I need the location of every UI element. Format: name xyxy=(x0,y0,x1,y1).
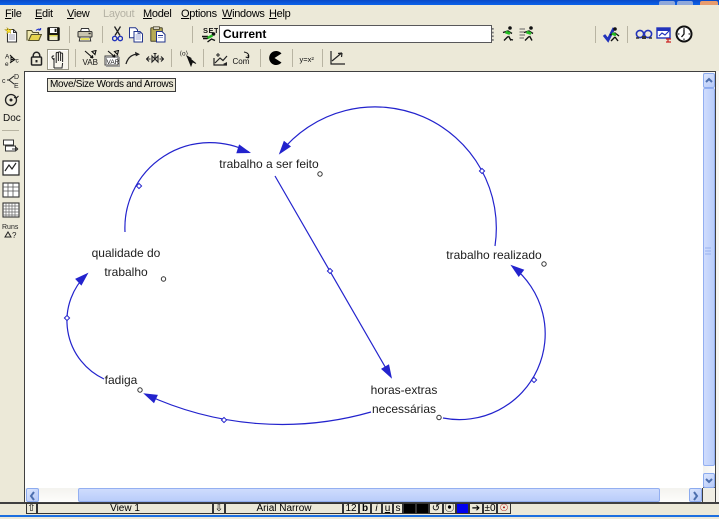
svg-text:VAB: VAB xyxy=(83,58,98,67)
svg-text:VAR: VAR xyxy=(107,59,120,66)
svg-text:D: D xyxy=(14,74,19,81)
svg-text:Com: Com xyxy=(233,57,250,66)
svg-text:?: ? xyxy=(12,231,17,240)
svg-text:y=x²: y=x² xyxy=(300,55,315,64)
svg-text:Runs: Runs xyxy=(2,224,19,231)
svg-text:E: E xyxy=(14,83,19,89)
svg-text:c: c xyxy=(2,78,6,85)
svg-text:SET: SET xyxy=(203,26,218,35)
